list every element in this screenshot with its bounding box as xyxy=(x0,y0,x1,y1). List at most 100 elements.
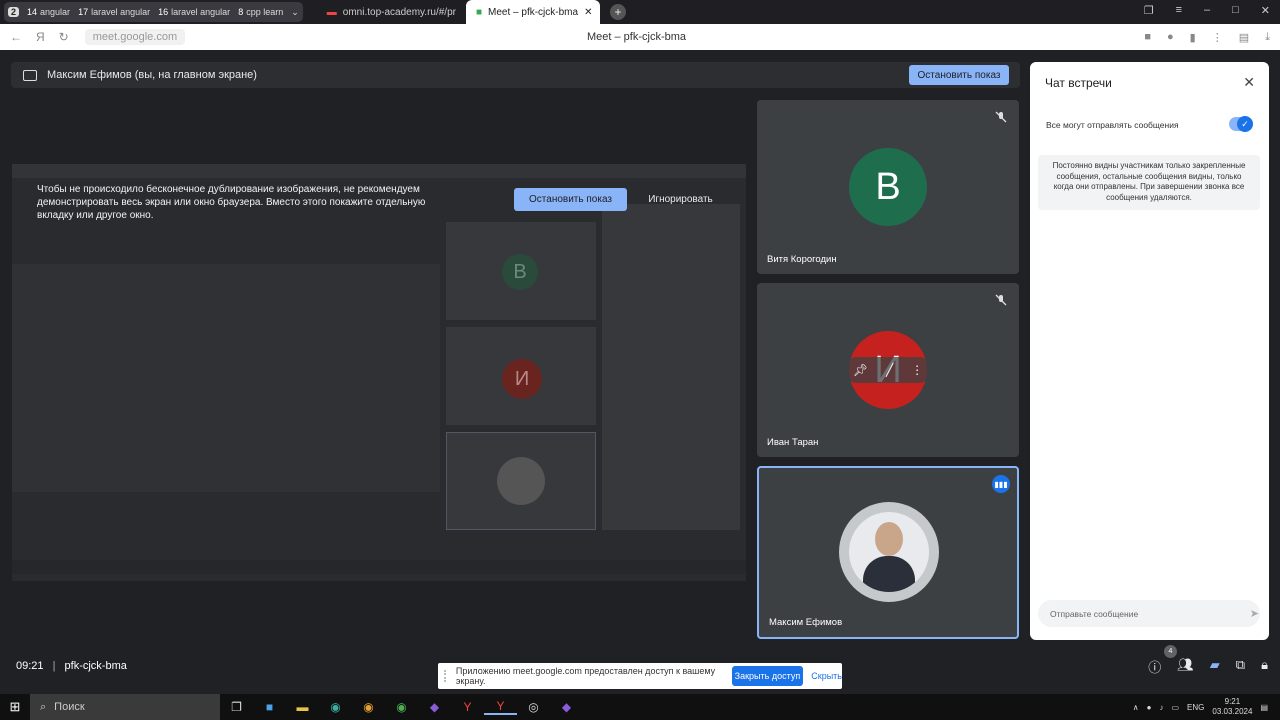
tab-group[interactable]: 14 angular xyxy=(27,7,70,17)
screen-inner xyxy=(12,264,440,492)
chat-info-note: Постоянно видны участникам только закреп… xyxy=(1038,155,1260,210)
collections-icon[interactable]: ▤ xyxy=(1239,31,1249,44)
stop-presenting-button[interactable]: Остановить показ xyxy=(909,65,1009,85)
check-icon: ✓ xyxy=(1237,116,1253,132)
pin-icon[interactable]: 📌︎ xyxy=(853,363,868,377)
tile-hover-controls: 📌︎ ╱ ⋮ xyxy=(844,357,932,383)
store-icon[interactable]: ■ xyxy=(253,700,286,714)
profile-photo xyxy=(849,512,929,592)
more-options-icon[interactable]: ⋮ xyxy=(911,363,923,377)
chat-message-input[interactable]: Отправьте сообщение xyxy=(1038,600,1260,627)
bookmark-icon[interactable]: ▮ xyxy=(1190,31,1196,44)
send-icon[interactable]: ➤ xyxy=(1250,607,1259,620)
participant-tile[interactable]: И 📌︎ ╱ ⋮ Иван Таран xyxy=(757,283,1019,457)
new-tab-button[interactable]: + xyxy=(609,4,626,20)
workspace-number[interactable]: 2 xyxy=(8,7,20,17)
notifications-icon[interactable]: ▤ xyxy=(1260,703,1268,712)
tab-group[interactable]: 17 laravel angular xyxy=(78,7,150,17)
meeting-info: 09:21 | pfk-cjck-bma xyxy=(16,660,127,672)
participant-tile[interactable]: В Витя Корогодин xyxy=(757,100,1019,274)
screen-chat xyxy=(602,204,740,530)
screen-taskbar xyxy=(12,560,746,574)
screen-tabbar xyxy=(12,164,746,178)
meet-icon: ■ xyxy=(475,6,483,18)
visual-studio-icon[interactable]: ◆ xyxy=(550,700,583,714)
chat-permission-label: Все могут отправлять сообщения xyxy=(1046,120,1179,130)
meeting-time: 09:21 xyxy=(16,660,44,672)
presenting-label: Максим Ефимов (вы, на главном экране) xyxy=(47,69,257,81)
avatar: И xyxy=(502,359,542,399)
clock-time: 9:21 xyxy=(1224,697,1241,706)
clock-date: 03.03.2024 xyxy=(1212,707,1253,716)
chrome-icon[interactable]: ◉ xyxy=(352,700,385,714)
more-icon[interactable]: ⋮ xyxy=(1212,31,1223,44)
chevron-up-icon[interactable]: ∧ xyxy=(1133,703,1139,712)
minimize-icon[interactable]: – xyxy=(1204,4,1210,17)
speaking-icon: ▮▮▮ xyxy=(992,475,1010,493)
tabs-icon[interactable]: ❐ xyxy=(1144,4,1154,17)
camera-icon[interactable]: ■ xyxy=(1144,31,1151,44)
system-tray: ∧ ● ♪ ▭ ENG 9:21 03.03.2024 ▤ xyxy=(1133,694,1268,720)
close-icon[interactable]: ✕ xyxy=(584,7,592,18)
mic-icon[interactable]: ● xyxy=(1167,31,1174,44)
tab-omni[interactable]: ▬ omni.top-academy.ru/#/pr xyxy=(317,0,466,24)
participant-tile[interactable]: ▮▮▮ Максим Ефимов xyxy=(757,466,1019,639)
share-message: Приложению meet.google.com предоставлен … xyxy=(455,666,716,686)
info-icon[interactable]: ⓘ xyxy=(1148,657,1161,676)
menu-icon[interactable]: ≡ xyxy=(1176,4,1182,17)
network-icon[interactable]: ▭ xyxy=(1171,703,1179,712)
participant-name: Витя Корогодин xyxy=(767,254,837,265)
recursion-warning: Чтобы не происходило бесконечное дублиро… xyxy=(37,184,426,221)
shared-screen: В И xyxy=(12,164,746,581)
meeting-side-controls: ⓘ 👥︎ ▰ ⧉ 🔒︎ xyxy=(1148,657,1268,676)
meeting-code: pfk-cjck-bma xyxy=(64,660,127,672)
windows-start-icon[interactable]: ⊞ xyxy=(0,699,30,715)
search-icon: ⌕ xyxy=(40,700,47,713)
avatar: В xyxy=(849,148,927,226)
taskbar-clock[interactable]: 9:21 03.03.2024 xyxy=(1212,697,1252,717)
site-icon: ▬ xyxy=(326,6,337,18)
close-window-icon[interactable]: ✕ xyxy=(1261,4,1270,17)
stop-sharing-button[interactable]: Закрыть доступ xyxy=(731,666,804,686)
avatar xyxy=(497,457,545,505)
host-controls-icon[interactable]: 🔒︎ xyxy=(1261,657,1268,676)
participant-name: Иван Таран xyxy=(767,437,819,448)
file-explorer-icon[interactable]: ▬ xyxy=(286,700,319,714)
task-view-icon[interactable]: ❐ xyxy=(220,700,253,714)
mute-participant-icon[interactable]: ╱ xyxy=(886,363,893,377)
presenting-banner: Максим Ефимов (вы, на главном экране) Ос… xyxy=(11,62,1020,88)
edge-icon[interactable]: ◉ xyxy=(319,700,352,714)
present-icon xyxy=(23,69,37,81)
visual-studio-icon[interactable]: ◆ xyxy=(418,700,451,714)
language-indicator[interactable]: ENG xyxy=(1187,703,1204,712)
ignore-button[interactable]: Игнорировать xyxy=(643,188,718,211)
tab-group[interactable]: 8 cpp learn xyxy=(238,7,283,17)
mic-icon[interactable]: ● xyxy=(1147,703,1152,712)
close-icon[interactable]: ✕ xyxy=(1243,74,1255,91)
activities-icon[interactable]: ⧉ xyxy=(1236,657,1245,676)
download-icon[interactable]: ⤓ xyxy=(1265,31,1270,44)
chrome-icon[interactable]: ◉ xyxy=(385,700,418,714)
tab-meet[interactable]: ■ Meet – pfk-cjck-bma ✕ xyxy=(465,0,600,24)
maximize-icon[interactable]: □ xyxy=(1232,4,1239,17)
people-count-badge: 4 xyxy=(1164,645,1177,658)
screen-tile xyxy=(446,432,596,530)
screen-tile: В xyxy=(446,222,596,320)
yandex-browser-icon[interactable]: Y xyxy=(484,699,517,715)
chat-icon[interactable]: ▰ xyxy=(1210,657,1220,676)
tab-group[interactable]: 16 laravel angular xyxy=(158,7,230,17)
taskbar-search[interactable]: ⌕ Поиск xyxy=(30,694,220,720)
chevron-down-icon[interactable]: ⌄ xyxy=(291,7,299,18)
yandex-browser-icon[interactable]: Y xyxy=(451,700,484,714)
obs-icon[interactable]: ◎ xyxy=(517,700,550,714)
people-icon[interactable]: 👥︎ xyxy=(1177,657,1194,676)
volume-icon[interactable]: ♪ xyxy=(1159,703,1163,712)
chat-panel: Чат встречи ✕ Все могут отправлять сообщ… xyxy=(1030,62,1269,640)
tab-groups[interactable]: 2 14 angular 17 laravel angular 16 laravel … xyxy=(4,2,303,22)
chat-permission-toggle[interactable]: ✓ xyxy=(1229,116,1253,132)
stop-presenting-button[interactable]: Остановить показ xyxy=(514,188,627,211)
windows-taskbar: ⊞ ⌕ Поиск ❐ ■ ▬ ◉ ◉ ◉ ◆ Y Y ◎ ◆ ∧ ● ♪ ▭ … xyxy=(0,694,1280,720)
search-label: Поиск xyxy=(54,701,85,713)
drag-handle-icon[interactable] xyxy=(444,670,448,682)
hide-button[interactable]: Скрыть xyxy=(811,671,842,681)
